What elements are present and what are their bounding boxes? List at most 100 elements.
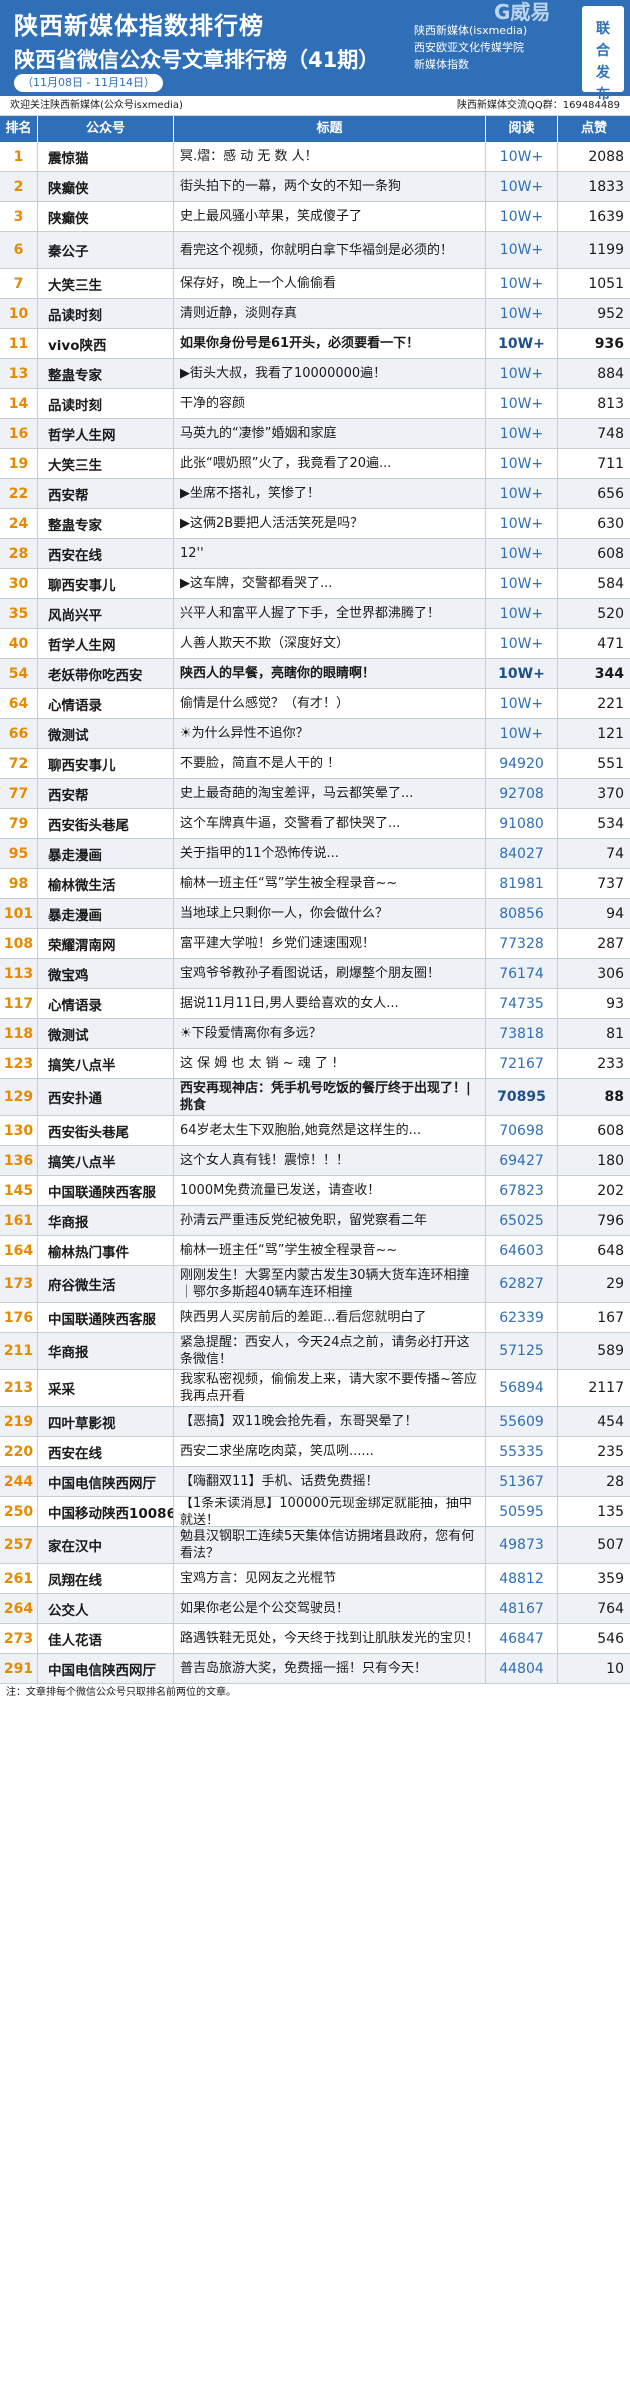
title-cell: ☀下段爱情离你有多远？ [174,1019,486,1048]
likes-cell: 167 [597,1309,624,1326]
table-row: 10 品读时刻 清则近静，淡则存真 10W+ 952 [0,299,630,329]
account-cell: 微宝鸡 [38,959,174,988]
reads-cell: 73818 [486,1019,558,1048]
reads-cell: 10W+ [486,269,558,298]
account-cell: 中国电信陕西网厅 [38,1467,174,1496]
likes-cell: 656 [597,485,624,502]
account-cell: 西安街头巷尾 [38,1116,174,1145]
likes-cell: 94 [606,905,624,922]
table-row: 24 整蛊专家 ▶这俩2B要把人活活笑死是吗？ 10W+ 630 [0,509,630,539]
reads-cell: 76174 [486,959,558,988]
title-cell: 这 保 姆 也 太 销 ~ 魂 了 ! [174,1049,486,1078]
title-cell: 冥.熠：感 动 无 数 人！ [174,142,486,171]
title-cell: 西安再现神店：凭手机号吃饭的餐厅终于出现了！| 挑食 [174,1079,486,1115]
title-cell: 路遇铁鞋无觅处，今天终于找到让肌肤发光的宝贝！ [174,1624,486,1653]
reads-cell: 67823 [486,1176,558,1205]
rank-cell: 98 [0,869,38,898]
account-cell: 西安街头巷尾 [38,809,174,838]
likes-cell: 711 [597,455,624,472]
account-cell: 四叶草影视 [38,1407,174,1436]
table-row: 291 中国电信陕西网厅 普吉岛旅游大奖，免费摇一摇！只有今天！ 44804 10 [0,1654,630,1684]
reads-cell: 57125 [486,1333,558,1369]
account-cell: 聊西安事儿 [38,569,174,598]
reads-cell: 80856 [486,899,558,928]
title-cell: 史上最奇葩的淘宝差评，马云都笑晕了... [174,779,486,808]
title-cell: 12'' [174,539,486,568]
likes-cell: 2117 [588,1380,624,1396]
title-cell: 不要脸，简直不是人干的 ！ [174,749,486,778]
likes-cell: 884 [597,365,624,382]
reads-cell: 10W+ [486,202,558,231]
title-cell: 普吉岛旅游大奖，免费摇一摇！只有今天！ [174,1654,486,1683]
account-cell: 佳人花语 [38,1624,174,1653]
badge-char: 联 [596,21,610,37]
table-row: 176 中国联通陕西客服 陕西男人买房前后的差距...看后您就明白了 62339 167 [0,1303,630,1333]
likes-cell: 737 [597,875,624,892]
likes-cell: 1199 [588,242,624,258]
footnote: 注：文章排每个微信公众号只取排名前两位的文章。 [6,1687,236,1698]
account-cell: 心情语录 [38,989,174,1018]
title-cell: ▶这俩2B要把人活活笑死是吗？ [174,509,486,538]
reads-cell: 55609 [486,1407,558,1436]
account-cell: 陕癫侠 [38,202,174,231]
likes-cell: 10 [606,1660,624,1677]
rank-cell: 145 [0,1176,38,1205]
account-cell: 哲学人生网 [38,629,174,658]
likes-cell: 74 [606,845,624,862]
likes-cell: 306 [597,965,624,982]
title-cell: 宝鸡方言：见网友之光棍节 [174,1564,486,1593]
reads-cell: 44804 [486,1654,558,1683]
likes-cell: 2088 [588,148,624,165]
table-row: 98 榆林微生活 榆林一班主任“骂”学生被全程录音~~ 81981 737 [0,869,630,899]
rank-cell: 101 [0,899,38,928]
account-cell: 西安帮 [38,479,174,508]
qq-group-notice: 陕西新媒体交流QQ群：169484489 [456,100,620,111]
rank-cell: 64 [0,689,38,718]
rank-cell: 176 [0,1303,38,1332]
ranking-page: 陕西新媒体指数排行榜 陕西省微信公众号文章排行榜（41期） （11月08日 - … [0,0,630,1702]
account-cell: 西安扑通 [38,1079,174,1115]
title-cell: 兴平人和富平人握了下手，全世界都沸腾了！ [174,599,486,628]
likes-cell: 93 [606,995,624,1012]
likes-cell: 507 [597,1537,624,1553]
account-cell: 中国移动陕西10086 [38,1497,174,1526]
reads-cell: 62339 [486,1303,558,1332]
reads-cell: 46847 [486,1624,558,1653]
table-row: 64 心情语录 偷情是什么感觉？（有才！） 10W+ 221 [0,689,630,719]
table-row: 95 暴走漫画 关于指甲的11个恐怖传说... 84027 74 [0,839,630,869]
page-subtitle: 陕西省微信公众号文章排行榜（41期） [14,48,380,72]
account-cell: 秦公子 [38,232,174,268]
likes-cell: 546 [597,1630,624,1647]
header-account: 公众号 [38,116,174,142]
likes-cell: 370 [597,785,624,802]
publisher-list: 陕西新媒体(isxmedia) 西安欧亚文化传媒学院 新媒体指数 [414,22,564,73]
rank-cell: 3 [0,202,38,231]
account-cell: 品读时刻 [38,299,174,328]
rank-cell: 113 [0,959,38,988]
rank-cell: 118 [0,1019,38,1048]
rank-cell: 264 [0,1594,38,1623]
rank-cell: 164 [0,1236,38,1265]
table-row: 117 心情语录 据说11月11日,男人要给喜欢的女人... 74735 93 [0,989,630,1019]
likes-cell: 936 [594,335,624,352]
joint-release-badge: 联 合 发 布 [582,6,624,103]
account-cell: 微测试 [38,1019,174,1048]
rank-cell: 22 [0,479,38,508]
likes-cell: 952 [597,305,624,322]
reads-cell: 69427 [486,1146,558,1175]
likes-cell: 88 [604,1089,624,1105]
reads-cell: 70698 [486,1116,558,1145]
table-row: 244 中国电信陕西网厅 【嗨翻双11】手机、话费免费摇！ 51367 28 [0,1467,630,1497]
title-cell: 街头拍下的一幕，两个女的不知一条狗 [174,172,486,201]
rank-cell: 291 [0,1654,38,1683]
reads-cell: 10W+ [486,629,558,658]
table-row: 22 西安帮 ▶坐席不搭礼，笑惨了！ 10W+ 656 [0,479,630,509]
title-cell: 偷情是什么感觉？（有才！） [174,689,486,718]
rank-cell: 273 [0,1624,38,1653]
account-cell: 西安在线 [38,539,174,568]
title-cell: 史上最风骚小苹果，笑成傻子了 [174,202,486,231]
likes-cell: 534 [597,815,624,832]
rank-cell: 1 [0,142,38,171]
likes-cell: 584 [597,575,624,592]
account-cell: 陕癫侠 [38,172,174,201]
